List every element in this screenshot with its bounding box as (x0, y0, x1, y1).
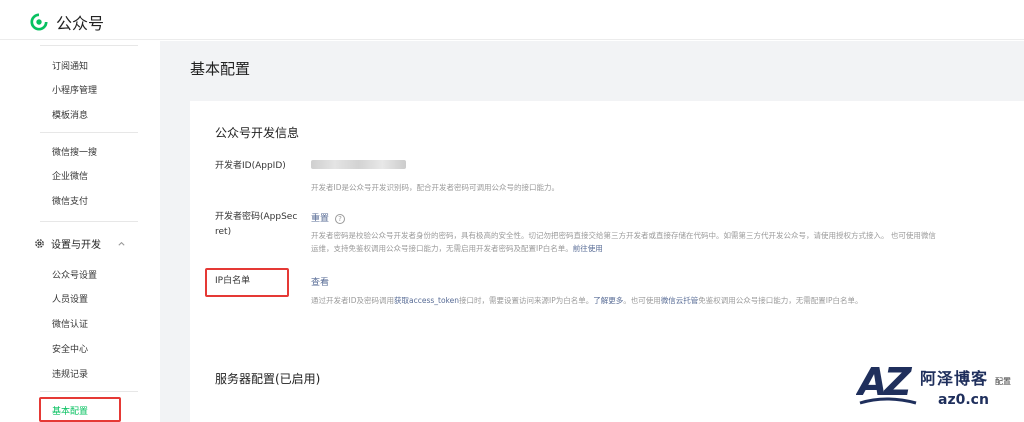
highlight-box-ip-whitelist (205, 268, 289, 297)
secret-label-line2: ret) (215, 227, 232, 237)
highlight-box-basic-config (39, 397, 121, 422)
sidebar-item-wechat-pay[interactable]: 微信支付 (52, 194, 88, 207)
help-icon[interactable]: ? (335, 213, 346, 224)
watermark-name: 阿泽博客 (920, 369, 989, 388)
learn-more-link[interactable]: 了解更多 (593, 296, 623, 305)
secret-desc-line2: 运维，支持免鉴权调用公众号接口能力，无需启用开发者密码及配置IP白名单。前往使用 (311, 242, 603, 255)
ip-desc-e: 。也可使用 (623, 296, 661, 305)
dev-info-title: 公众号开发信息 (215, 126, 300, 140)
sidebar-group-settings-dev[interactable]: 设置与开发 (34, 236, 126, 251)
ip-desc-c: 接口时，需要设置访问来源IP为白名单。 (459, 296, 594, 305)
sidebar-item-violation-record[interactable]: 违规记录 (52, 367, 88, 380)
secret-desc-line1: 开发者密码是校验公众号开发者身份的密码，具有极高的安全性。切记勿把密码直接交给第… (311, 231, 936, 240)
secret-label-line1: 开发者密码(AppSec (215, 212, 298, 222)
go-use-link[interactable]: 前往使用 (573, 244, 603, 253)
sidebar-item-member-settings[interactable]: 人员设置 (52, 292, 88, 305)
secret-reset-link[interactable]: 重置? (311, 211, 346, 224)
ip-desc: 通过开发者ID及密码调用获取access_token接口时，需要设置访问来源IP… (311, 294, 862, 307)
watermark-domain: az0.cn (938, 392, 989, 408)
wechat-mp-logo-icon (30, 13, 48, 31)
access-token-link[interactable]: 获取access_token (394, 296, 459, 305)
svg-text:A: A (856, 360, 887, 404)
sidebar-divider (40, 132, 138, 133)
svg-text:Z: Z (883, 360, 913, 404)
ip-desc-g: 免鉴权调用公众号接口能力，无需配置IP白名单。 (698, 296, 863, 305)
sidebar-item-subscription-notice[interactable]: 订阅通知 (52, 59, 88, 72)
brand-logo[interactable]: 公众号 (30, 10, 104, 34)
sidebar-item-account-settings[interactable]: 公众号设置 (52, 268, 97, 281)
page-title: 基本配置 (190, 60, 251, 78)
secret-reset-label[interactable]: 重置 (311, 214, 329, 224)
sidebar-item-wechat-search[interactable]: 微信搜一搜 (52, 145, 97, 158)
chevron-up-icon (118, 241, 125, 246)
sidebar-divider (40, 45, 138, 46)
appid-value-redacted (311, 160, 406, 169)
sidebar-divider (40, 391, 138, 392)
sidebar: 订阅通知 小程序管理 模板消息 微信搜一搜 企业微信 微信支付 设置与开发 公众… (0, 41, 160, 422)
brand-name: 公众号 (56, 14, 105, 33)
sidebar-item-mini-program[interactable]: 小程序管理 (52, 83, 97, 96)
server-config-title: 服务器配置(已启用) (215, 372, 321, 386)
secret-desc-text: 运维，支持免鉴权调用公众号接口能力，无需启用开发者密码及配置IP白名单。 (311, 244, 573, 253)
cloud-hosting-link[interactable]: 微信云托管 (661, 296, 699, 305)
sidebar-item-wechat-verify[interactable]: 微信认证 (52, 317, 88, 330)
dev-info-card: 公众号开发信息 开发者ID(AppID) 开发者ID是公众号开发识别码，配合开发… (190, 101, 1024, 371)
top-bar: 公众号 (0, 0, 1024, 40)
sidebar-item-template-message[interactable]: 模板消息 (52, 108, 88, 121)
sidebar-item-security-center[interactable]: 安全中心 (52, 342, 88, 355)
sidebar-item-wecom[interactable]: 企业微信 (52, 169, 88, 182)
ip-view-link[interactable]: 查看 (311, 275, 329, 288)
gear-icon (35, 239, 44, 248)
ip-desc-a: 通过开发者ID及密码调用 (311, 296, 394, 305)
appid-desc: 开发者ID是公众号开发识别码，配合开发者密码可调用公众号的接口能力。 (311, 183, 559, 192)
sidebar-divider (40, 221, 138, 222)
sidebar-group-label: 设置与开发 (51, 240, 101, 251)
appid-label: 开发者ID(AppID) (215, 161, 286, 171)
